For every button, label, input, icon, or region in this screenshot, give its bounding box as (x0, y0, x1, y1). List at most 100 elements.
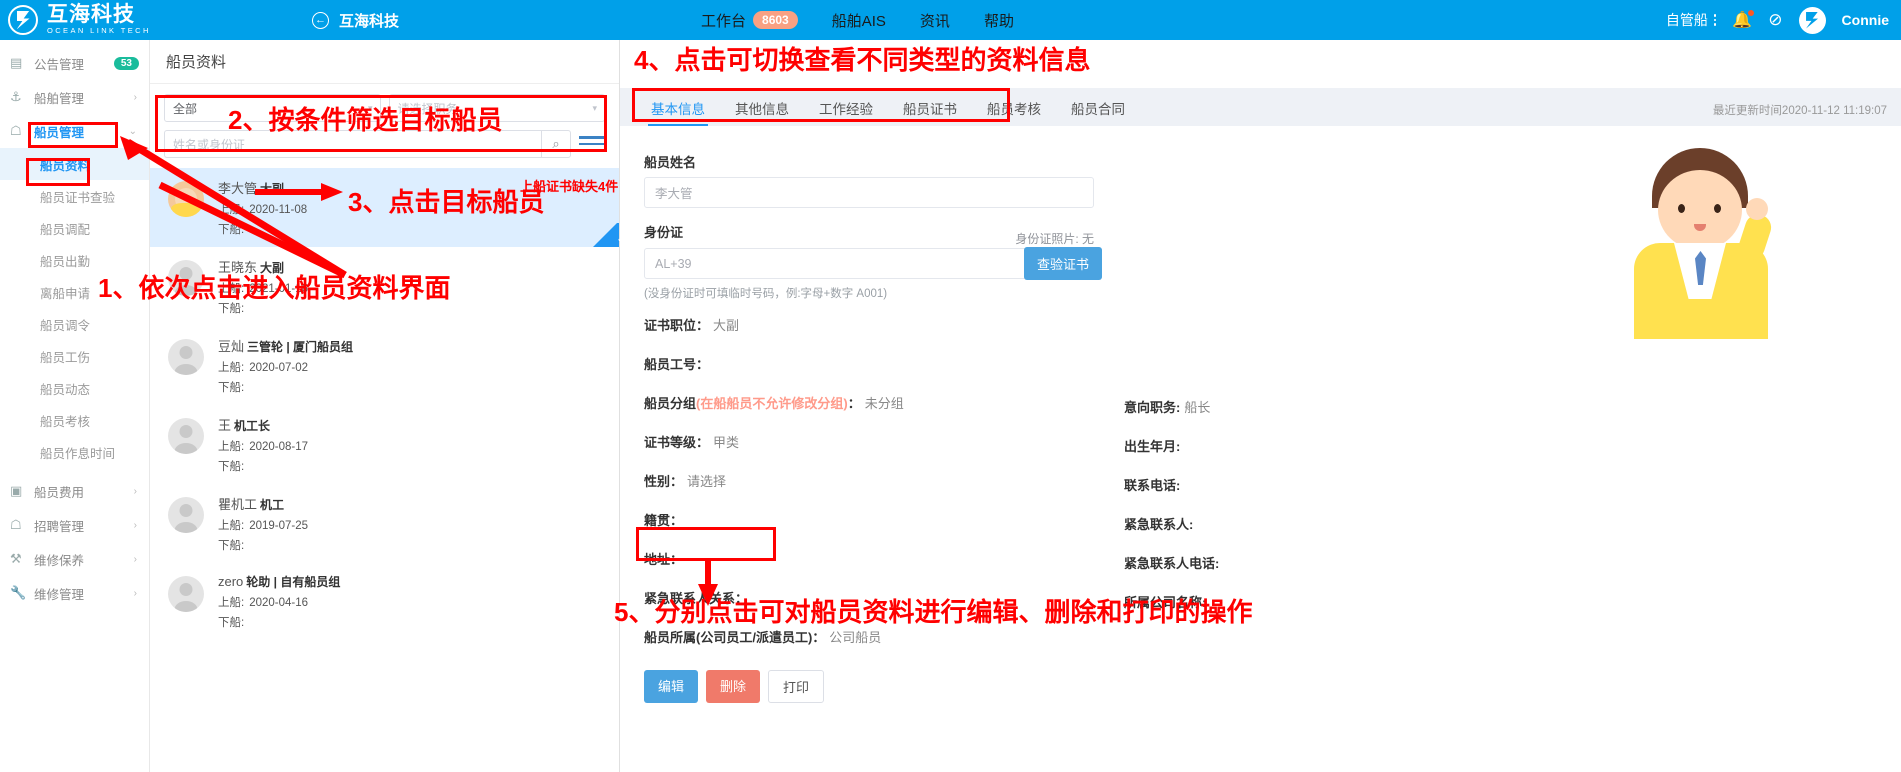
crew-list-item[interactable]: 李大管 大副 上船: 2020-11-08 下船: (150, 168, 619, 247)
sidebar-subitem-crew-transfer-order[interactable]: 船员调令 (0, 308, 149, 340)
tab-crew-certificate[interactable]: 船员证书 (888, 98, 972, 126)
left-sidebar: ▤ 公告管理 53 ⚓ 船舶管理 › ☖ 船员管理 ⌄ 船员资料 船员证书查验 … (0, 40, 150, 772)
app-logo[interactable]: 互海科技 OCEAN LINK TECH (0, 2, 300, 36)
edit-button[interactable]: 编辑 (644, 670, 699, 703)
logo-chinese-text: 互海科技 (47, 2, 135, 26)
tab-work-experience[interactable]: 工作经验 (804, 98, 888, 126)
crew-name: 王 (218, 418, 232, 433)
nav-item-news[interactable]: 资讯 (920, 10, 950, 31)
sidebar-subitem-crew-attendance[interactable]: 船员出勤 (0, 244, 149, 276)
detail-tabs-bar: 基本信息 其他信息 工作经验 船员证书 船员考核 船员合同 最近更新时间2020… (620, 88, 1901, 126)
field-cert-position: 证书职位： 大副 (644, 315, 1124, 334)
sidebar-subitem-crew-profile[interactable]: 船员资料 (0, 148, 149, 180)
print-button[interactable]: 打印 (768, 670, 825, 703)
crew-name: 瞿机工 (218, 497, 258, 512)
tab-other-info[interactable]: 其他信息 (720, 98, 804, 126)
sidebar-item-crew-management[interactable]: ☖ 船员管理 ⌄ (0, 114, 149, 148)
crew-role: 大副 (260, 182, 285, 196)
position-filter-select[interactable]: 请选择职务 ▾ (388, 94, 605, 122)
self-managed-ship-selector[interactable]: 自管船 (1666, 10, 1717, 30)
offboard-label: 下船: (218, 303, 245, 315)
avatar (168, 497, 204, 533)
detail-left-column: 证书职位： 大副 船员工号： 船员分组(在船船员不允许修改分组)： 未分组 证书等级… (644, 315, 1124, 666)
chevron-right-icon: › (133, 553, 137, 565)
avatar (168, 576, 204, 612)
sidebar-label-ship-management: 船舶管理 (34, 91, 85, 106)
tab-crew-contract[interactable]: 船员合同 (1056, 98, 1140, 126)
crew-role: 机工长 (234, 419, 271, 433)
back-arrow-icon[interactable]: ← (312, 11, 329, 29)
crew-list-item[interactable]: 豆灿 三管轮 | 厦门船员组 上船: 2020-07-02 下船: (150, 326, 619, 405)
onboard-date: 2020-07-02 (249, 362, 309, 374)
tab-crew-assessment[interactable]: 船员考核 (972, 98, 1056, 126)
crew-search-input[interactable]: 姓名或身份证 (164, 130, 541, 158)
field-gender: 性别： 请选择 (644, 471, 1124, 490)
field-crew-number: 船员工号： (644, 354, 1124, 373)
sidebar-item-maintenance-upkeep[interactable]: ⚒ 维修保养 › (0, 542, 149, 576)
avatar (168, 339, 204, 375)
crew-role: 大副 (260, 261, 285, 275)
sidebar-subitem-crew-dynamics[interactable]: 船员动态 (0, 372, 149, 404)
list-view-icon[interactable] (579, 131, 605, 157)
help-circle-icon[interactable]: ⊘ (1768, 10, 1782, 30)
intended-position-label: 意向职务: (1124, 400, 1181, 415)
more-options-icon[interactable] (1713, 14, 1717, 26)
self-ship-label: 自管船 (1665, 12, 1708, 28)
avatar (168, 181, 204, 217)
gender-label: 性别： (644, 474, 684, 489)
crew-list-panel: 船员资料 全部 ▾ 请选择职务 ▾ 姓名或身份证 ⌕ 李大管 大副 上船: 2020… (150, 40, 620, 772)
crew-name: 王晓东 (218, 260, 258, 275)
position-filter-placeholder: 请选择职务 (397, 101, 458, 116)
sidebar-item-recruitment[interactable]: ☖ 招聘管理 › (0, 508, 149, 542)
chevron-right-icon: › (133, 587, 137, 599)
crew-affiliation-label: 船员所属(公司员工/派遣员工)： (644, 630, 826, 645)
crew-list-item[interactable]: zero 轮助 | 自有船员组 上船: 2020-04-16 下船: (150, 563, 619, 640)
crew-list-item[interactable]: 王机工长 上船: 2020-08-17 下船: (150, 405, 619, 484)
field-birth-date: 出生年月: (1124, 436, 1604, 455)
sidebar-label-recruitment: 招聘管理 (34, 519, 85, 534)
cert-level-label: 证书等级： (644, 435, 710, 450)
sidebar-item-crew-expense[interactable]: ▣ 船员费用 › (0, 474, 149, 508)
notification-bell-icon[interactable]: 🔔 (1732, 10, 1755, 30)
crew-list-item[interactable]: 王晓东 大副 上船: 2021-01-16 下船: (150, 247, 619, 326)
sidebar-item-repair-management[interactable]: 🔧 维修管理 › (0, 576, 149, 610)
ship-filter-select[interactable]: 全部 ▾ (164, 94, 381, 122)
onboard-date: 2021-01-16 (249, 283, 309, 295)
logo-english-text: OCEAN LINK TECH (47, 25, 151, 35)
gender-value: 请选择 (687, 474, 727, 489)
tab-basic-info[interactable]: 基本信息 (636, 98, 720, 126)
crew-list-item[interactable]: 瞿机工 机工 上船: 2019-07-25 下船: (150, 484, 619, 563)
nav-item-ais[interactable]: 船舶AIS (832, 10, 886, 31)
sidebar-subitem-crew-rest-hours[interactable]: 船员作息时间 (0, 436, 149, 468)
emergency-phone-label: 紧急联系人电话: (1124, 556, 1220, 571)
intended-position-value: 船长 (1184, 400, 1211, 415)
chevron-right-icon: › (133, 91, 137, 103)
nav-workbench-label: 工作台 (701, 12, 747, 30)
nav-item-help[interactable]: 帮助 (984, 10, 1014, 31)
mascot-hand (1746, 198, 1768, 220)
birth-date-label: 出生年月: (1124, 439, 1181, 454)
crew-name-input[interactable]: 李大管 (644, 177, 1094, 208)
back-navigation[interactable]: ← 互海科技 (312, 10, 399, 31)
nav-item-workbench[interactable]: 工作台 8603 (701, 10, 798, 31)
detail-tabs: 基本信息 其他信息 工作经验 船员证书 船员考核 船员合同 (620, 98, 1140, 126)
user-name-label: Connie (1841, 12, 1889, 28)
sidebar-subitem-crew-assessment[interactable]: 船员考核 (0, 404, 149, 436)
sidebar-subitem-disembark-request[interactable]: 离船申请 (0, 276, 149, 308)
ocean-link-logo-icon (8, 5, 38, 35)
sidebar-subitem-crew-allocation[interactable]: 船员调配 (0, 212, 149, 244)
onboard-label: 上船: (218, 520, 245, 532)
main-nav: 工作台 8603 船舶AIS 资讯 帮助 (701, 10, 1014, 31)
user-avatar[interactable] (1798, 6, 1826, 34)
mascot-eye-left (1678, 204, 1685, 213)
crew-filter-zone: 全部 ▾ 请选择职务 ▾ 姓名或身份证 ⌕ (150, 84, 619, 164)
mascot-illustration (1614, 148, 1789, 339)
recruit-icon: ☖ (10, 517, 22, 532)
sidebar-item-announcement[interactable]: ▤ 公告管理 53 (0, 46, 149, 80)
sidebar-subitem-crew-injury[interactable]: 船员工伤 (0, 340, 149, 372)
delete-button[interactable]: 删除 (706, 670, 761, 703)
sidebar-item-ship-management[interactable]: ⚓ 船舶管理 › (0, 80, 149, 114)
search-icon[interactable]: ⌕ (541, 130, 571, 158)
verify-certificate-button[interactable]: 查验证书 (1024, 247, 1103, 280)
sidebar-subitem-cert-verify[interactable]: 船员证书查验 (0, 180, 149, 212)
